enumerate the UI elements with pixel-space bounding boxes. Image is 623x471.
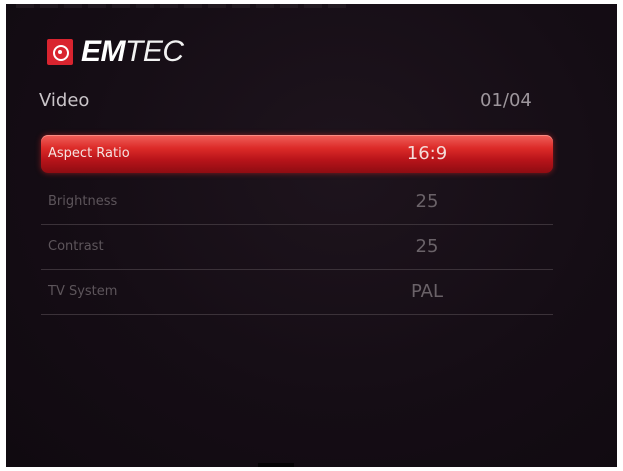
top-decorative-band xyxy=(16,4,346,8)
setting-label: TV System xyxy=(48,284,118,299)
bottom-notch xyxy=(258,463,294,467)
setting-value: PAL xyxy=(410,281,444,302)
setting-row-contrast[interactable]: Contrast 25 xyxy=(41,225,553,270)
emtec-logo: EMTEC xyxy=(47,37,184,67)
tv-menu-screen: EMTEC Video 01/04 Aspect Ratio 16:9 Brig… xyxy=(6,4,617,467)
setting-label: Aspect Ratio xyxy=(48,146,130,161)
emtec-logo-icon xyxy=(47,39,73,65)
page-indicator: 01/04 xyxy=(480,90,532,111)
setting-row-aspect-ratio[interactable]: Aspect Ratio 16:9 xyxy=(41,135,553,173)
settings-list: Aspect Ratio 16:9 Brightness 25 Contrast… xyxy=(41,135,553,315)
logo-wordmark: EMTEC xyxy=(81,35,184,68)
setting-value: 25 xyxy=(415,191,439,212)
setting-label: Brightness xyxy=(48,194,118,209)
setting-row-brightness[interactable]: Brightness 25 xyxy=(41,180,553,225)
setting-row-tv-system[interactable]: TV System PAL xyxy=(41,270,553,315)
setting-value: 25 xyxy=(415,236,439,257)
setting-value: 16:9 xyxy=(406,143,448,164)
menu-title: Video xyxy=(39,90,90,111)
setting-label: Contrast xyxy=(48,239,104,254)
